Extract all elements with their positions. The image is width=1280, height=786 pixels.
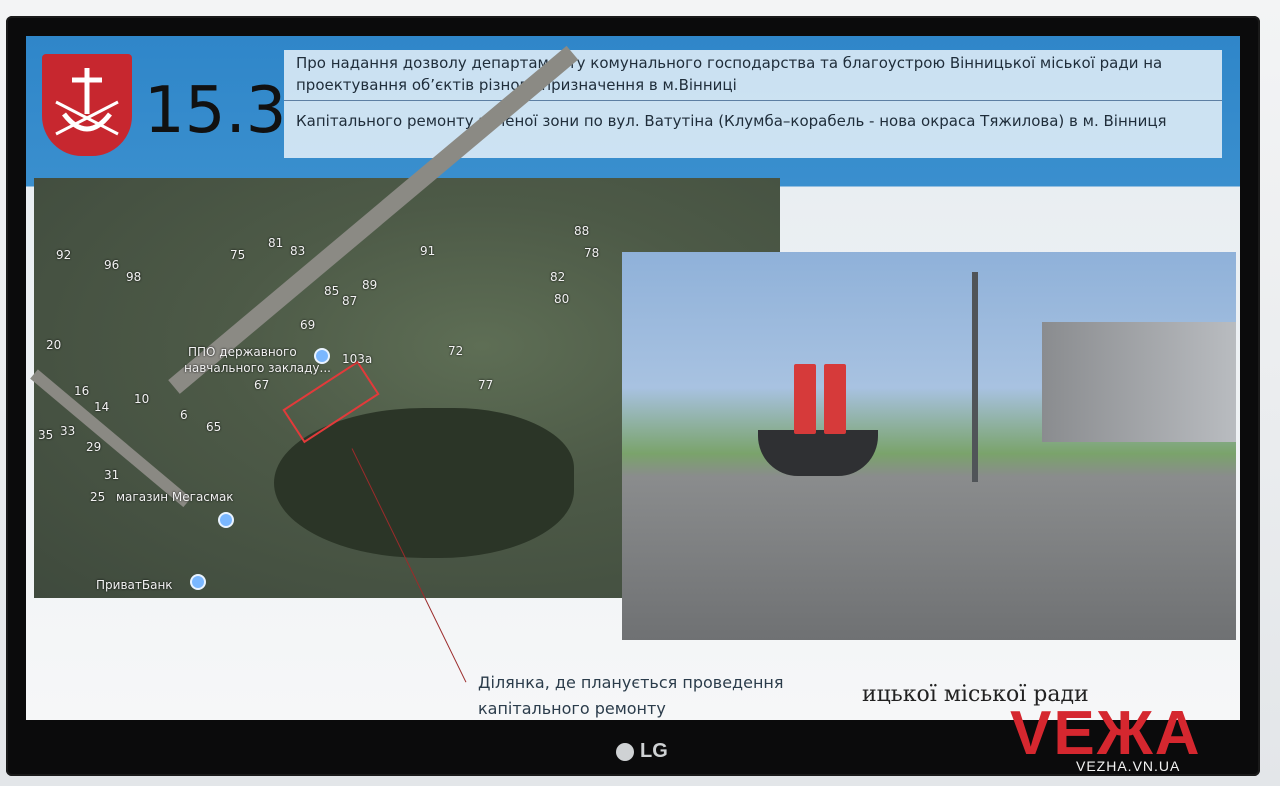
- map-house-number: 81: [268, 236, 284, 250]
- coat-of-arms-icon: [42, 54, 132, 156]
- photo-lamp-pole: [972, 272, 978, 482]
- map-label-ppo-1: ППО державного: [188, 345, 297, 359]
- map-label-privatbank: ПриватБанк: [96, 578, 173, 592]
- map-house-number: 78: [584, 246, 600, 260]
- map-house-number: 83: [290, 244, 306, 258]
- map-label-103a: 103а: [342, 352, 373, 366]
- map-house-number: 96: [104, 258, 120, 272]
- map-house-number: 14: [94, 400, 110, 414]
- photo-ship-sail: [824, 364, 846, 434]
- map-house-number: 69: [300, 318, 316, 332]
- map-house-number: 31: [104, 468, 120, 482]
- tv-brand-logo: LG: [616, 740, 668, 763]
- map-house-number: 35: [38, 428, 54, 442]
- photo-flowerbed-ship: [758, 430, 878, 476]
- map-house-number: 89: [362, 278, 378, 292]
- header-title-line-2: Капітального ремонту зеленої зони по вул…: [296, 112, 1167, 130]
- map-house-number: 75: [230, 248, 246, 262]
- map-label-ppo-2: навчального закладу...: [184, 361, 331, 375]
- tv-brand-text: LG: [640, 740, 668, 762]
- map-pin-icon: [192, 576, 204, 588]
- map-label-megasmak: магазин Мегасмак: [116, 490, 234, 504]
- map-house-number: 92: [56, 248, 72, 262]
- callout-text: Ділянка, де планується проведення капіта…: [478, 670, 783, 720]
- map-house-number: 85: [324, 284, 340, 298]
- map-house-number: 88: [574, 224, 590, 238]
- slide-number: 15.3: [144, 74, 287, 148]
- map-house-number: 80: [554, 292, 570, 306]
- header-divider: [284, 100, 1222, 101]
- lg-circle-icon: [616, 742, 634, 761]
- callout-line-2: капітального ремонту: [478, 699, 666, 718]
- map-house-number: 98: [126, 270, 142, 284]
- map-house-number: 16: [74, 384, 90, 398]
- map-house-number: 20: [46, 338, 62, 352]
- presentation-screen: 15.3 Про надання дозволу департаменту ко…: [26, 36, 1240, 720]
- map-house-number: 82: [550, 270, 566, 284]
- map-house-number: 77: [478, 378, 494, 392]
- map-pin-icon: [220, 514, 232, 526]
- map-house-number: 67: [254, 378, 270, 392]
- map-house-number: 65: [206, 420, 222, 434]
- street-photo: [622, 252, 1236, 640]
- photo-buildings: [1042, 322, 1236, 442]
- watermark-url: VEZHA.VN.UA: [1076, 758, 1181, 774]
- map-house-number: 33: [60, 424, 76, 438]
- map-house-number: 25: [90, 490, 106, 504]
- map-house-number: 10: [134, 392, 150, 406]
- map-house-number: 29: [86, 440, 102, 454]
- map-house-number: 6: [180, 408, 188, 422]
- map-pin-icon: [316, 350, 328, 362]
- photo-ship-sail: [794, 364, 816, 434]
- header-title-line-1: Про надання дозволу департаменту комунал…: [296, 54, 1163, 94]
- map-house-number: 72: [448, 344, 464, 358]
- callout-line-1: Ділянка, де планується проведення: [478, 673, 784, 692]
- map-house-number: 91: [420, 244, 436, 258]
- map-road-side: [30, 369, 192, 508]
- map-house-number: 87: [342, 294, 358, 308]
